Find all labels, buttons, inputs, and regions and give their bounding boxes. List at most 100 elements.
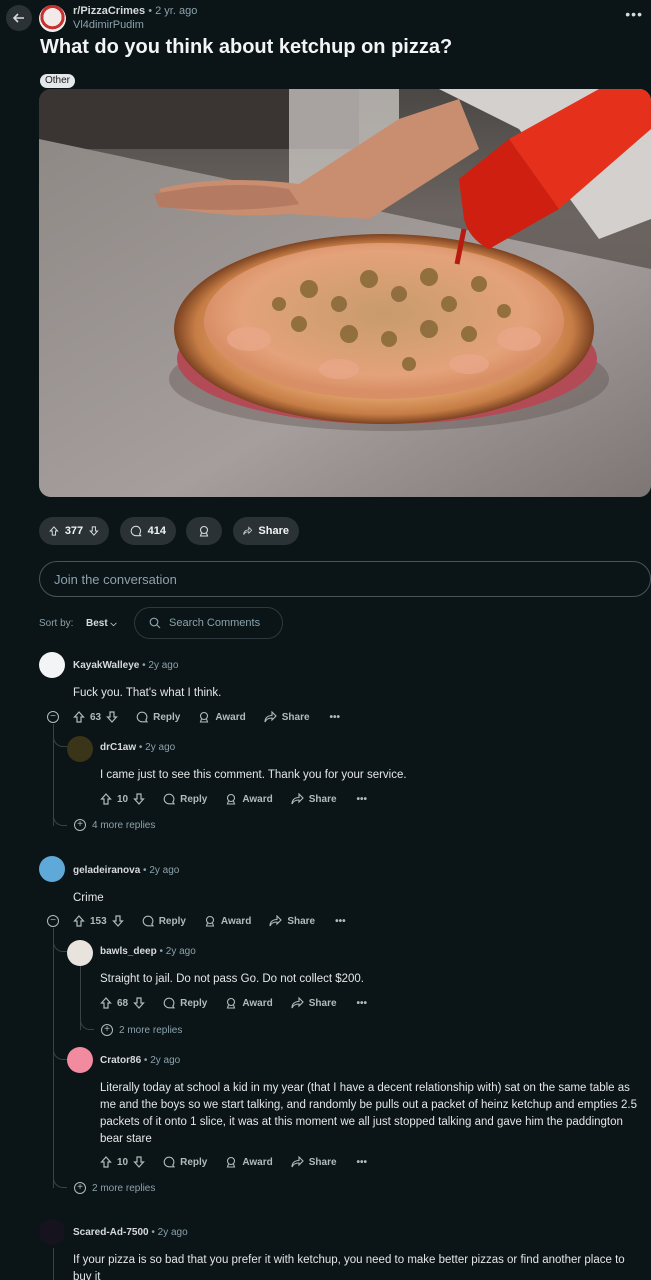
comment-author[interactable]: KayakWalleye • 2y ago [73, 660, 178, 671]
sort-dropdown[interactable]: Best ⌵ [86, 618, 117, 629]
share-icon [291, 793, 304, 805]
search-icon [149, 617, 161, 629]
more-options-button[interactable]: ••• [357, 794, 368, 805]
comment-text: Crime [73, 892, 104, 904]
collapse-thread-button[interactable]: − [47, 711, 59, 723]
comment-author[interactable]: Crator86 • 2y ago [100, 1055, 180, 1066]
award-icon [205, 915, 215, 927]
more-replies-button[interactable]: +4 more replies [74, 819, 155, 831]
share-button[interactable]: Share [291, 997, 337, 1009]
downvote-icon[interactable] [133, 1156, 145, 1168]
comment-icon [136, 711, 149, 723]
post-comments-button[interactable]: 414 [120, 517, 176, 545]
award-button[interactable]: Award [198, 711, 246, 723]
comment-actions: 10 Reply Award Share ••• [100, 1156, 367, 1168]
award-icon [227, 793, 236, 805]
vote-count: 10 [117, 1156, 129, 1168]
avatar[interactable] [39, 856, 65, 882]
post-title: What do you think about ketchup on pizza… [40, 36, 453, 58]
thread-branch [53, 733, 67, 747]
more-options-button[interactable]: ••• [357, 998, 368, 1009]
upvote-icon[interactable] [100, 1156, 112, 1168]
avatar[interactable] [67, 1047, 93, 1073]
post-flair[interactable]: Other [40, 74, 76, 88]
share-button[interactable]: Share [291, 1156, 337, 1168]
share-button[interactable]: Share [269, 915, 315, 927]
more-replies-button[interactable]: +2 more replies [74, 1182, 155, 1194]
upvote-icon[interactable] [100, 997, 112, 1009]
upvote-icon[interactable] [49, 525, 59, 537]
search-comments-input[interactable]: Search Comments [134, 607, 283, 639]
avatar[interactable] [67, 940, 93, 966]
avatar[interactable] [39, 652, 65, 678]
back-button[interactable] [6, 5, 32, 31]
thread-branch [80, 1014, 94, 1030]
downvote-icon[interactable] [89, 525, 99, 537]
chevron-down-icon: ⌵ [110, 619, 117, 628]
more-replies-button[interactable]: +2 more replies [101, 1024, 182, 1036]
comment-icon [163, 997, 176, 1009]
post-age: • 2 yr. ago [148, 5, 198, 17]
collapse-thread-button[interactable]: − [47, 915, 59, 927]
reply-button[interactable]: Reply [136, 711, 180, 723]
vote-count: 68 [117, 997, 129, 1009]
reply-button[interactable]: Reply [142, 915, 186, 927]
award-button[interactable]: Award [225, 997, 273, 1009]
post-share-button[interactable]: Share [233, 517, 299, 545]
downvote-icon[interactable] [133, 793, 145, 805]
join-conversation-input[interactable]: Join the conversation [39, 561, 651, 597]
avatar[interactable] [39, 1219, 65, 1245]
comment-icon [142, 915, 154, 927]
sort-label: Sort by: [39, 618, 74, 629]
more-options-button[interactable]: ••• [335, 916, 346, 927]
comment-author[interactable]: drC1aw • 2y ago [100, 742, 175, 753]
reply-button[interactable]: Reply [163, 793, 207, 805]
comment-author[interactable]: bawls_deep • 2y ago [100, 946, 196, 957]
comment-text: Straight to jail. Do not pass Go. Do not… [100, 973, 365, 985]
more-options-button[interactable]: ••• [330, 712, 341, 723]
thread-branch [53, 810, 67, 826]
post-image[interactable] [39, 89, 651, 497]
comment-actions: 153 Reply Award Share ••• [73, 915, 346, 927]
more-options-button[interactable]: ••• [357, 1157, 368, 1168]
pizza-photo [39, 89, 651, 497]
downvote-icon[interactable] [111, 915, 124, 927]
subreddit-name[interactable]: r/PizzaCrimes • 2 yr. ago [73, 5, 197, 17]
comment-icon [163, 1156, 176, 1168]
post-award-button[interactable] [186, 517, 222, 545]
thread-branch [53, 1172, 67, 1188]
avatar[interactable] [67, 736, 93, 762]
upvote-icon[interactable] [100, 793, 112, 805]
upvote-icon[interactable] [73, 915, 85, 927]
comment-actions: 63 Reply Award Share ••• [73, 711, 340, 723]
post-author[interactable]: Vl4dimirPudim [73, 19, 144, 31]
post-menu-button[interactable]: ••• [625, 6, 643, 22]
downvote-icon[interactable] [133, 997, 145, 1009]
award-button[interactable]: Award [225, 1156, 273, 1168]
award-icon [199, 525, 209, 537]
vote-count: 10 [117, 793, 129, 805]
award-button[interactable]: Award [204, 915, 251, 927]
comment-author[interactable]: Scared-Ad-7500 • 2y ago [73, 1227, 188, 1238]
comment-icon [130, 525, 142, 537]
award-icon [227, 1156, 236, 1168]
thread-line[interactable] [53, 928, 54, 1188]
comment-actions: 10 Reply Award Share ••• [100, 793, 367, 805]
share-button[interactable]: Share [264, 711, 310, 723]
plus-icon: + [101, 1024, 113, 1036]
comment-actions: 68 Reply Award Share ••• [100, 997, 367, 1009]
thread-branch [53, 938, 67, 952]
upvote-icon[interactable] [73, 711, 85, 723]
reply-button[interactable]: Reply [163, 1156, 207, 1168]
award-button[interactable]: Award [225, 793, 273, 805]
subreddit-avatar[interactable] [39, 5, 66, 32]
share-icon [291, 1156, 304, 1168]
thread-line[interactable] [53, 1248, 54, 1280]
arrow-left-icon [12, 13, 24, 23]
reply-button[interactable]: Reply [163, 997, 207, 1009]
share-icon [291, 997, 304, 1009]
comment-author[interactable]: geladeiranova • 2y ago [73, 865, 179, 876]
award-icon [227, 997, 236, 1009]
downvote-icon[interactable] [106, 711, 118, 723]
share-button[interactable]: Share [291, 793, 337, 805]
